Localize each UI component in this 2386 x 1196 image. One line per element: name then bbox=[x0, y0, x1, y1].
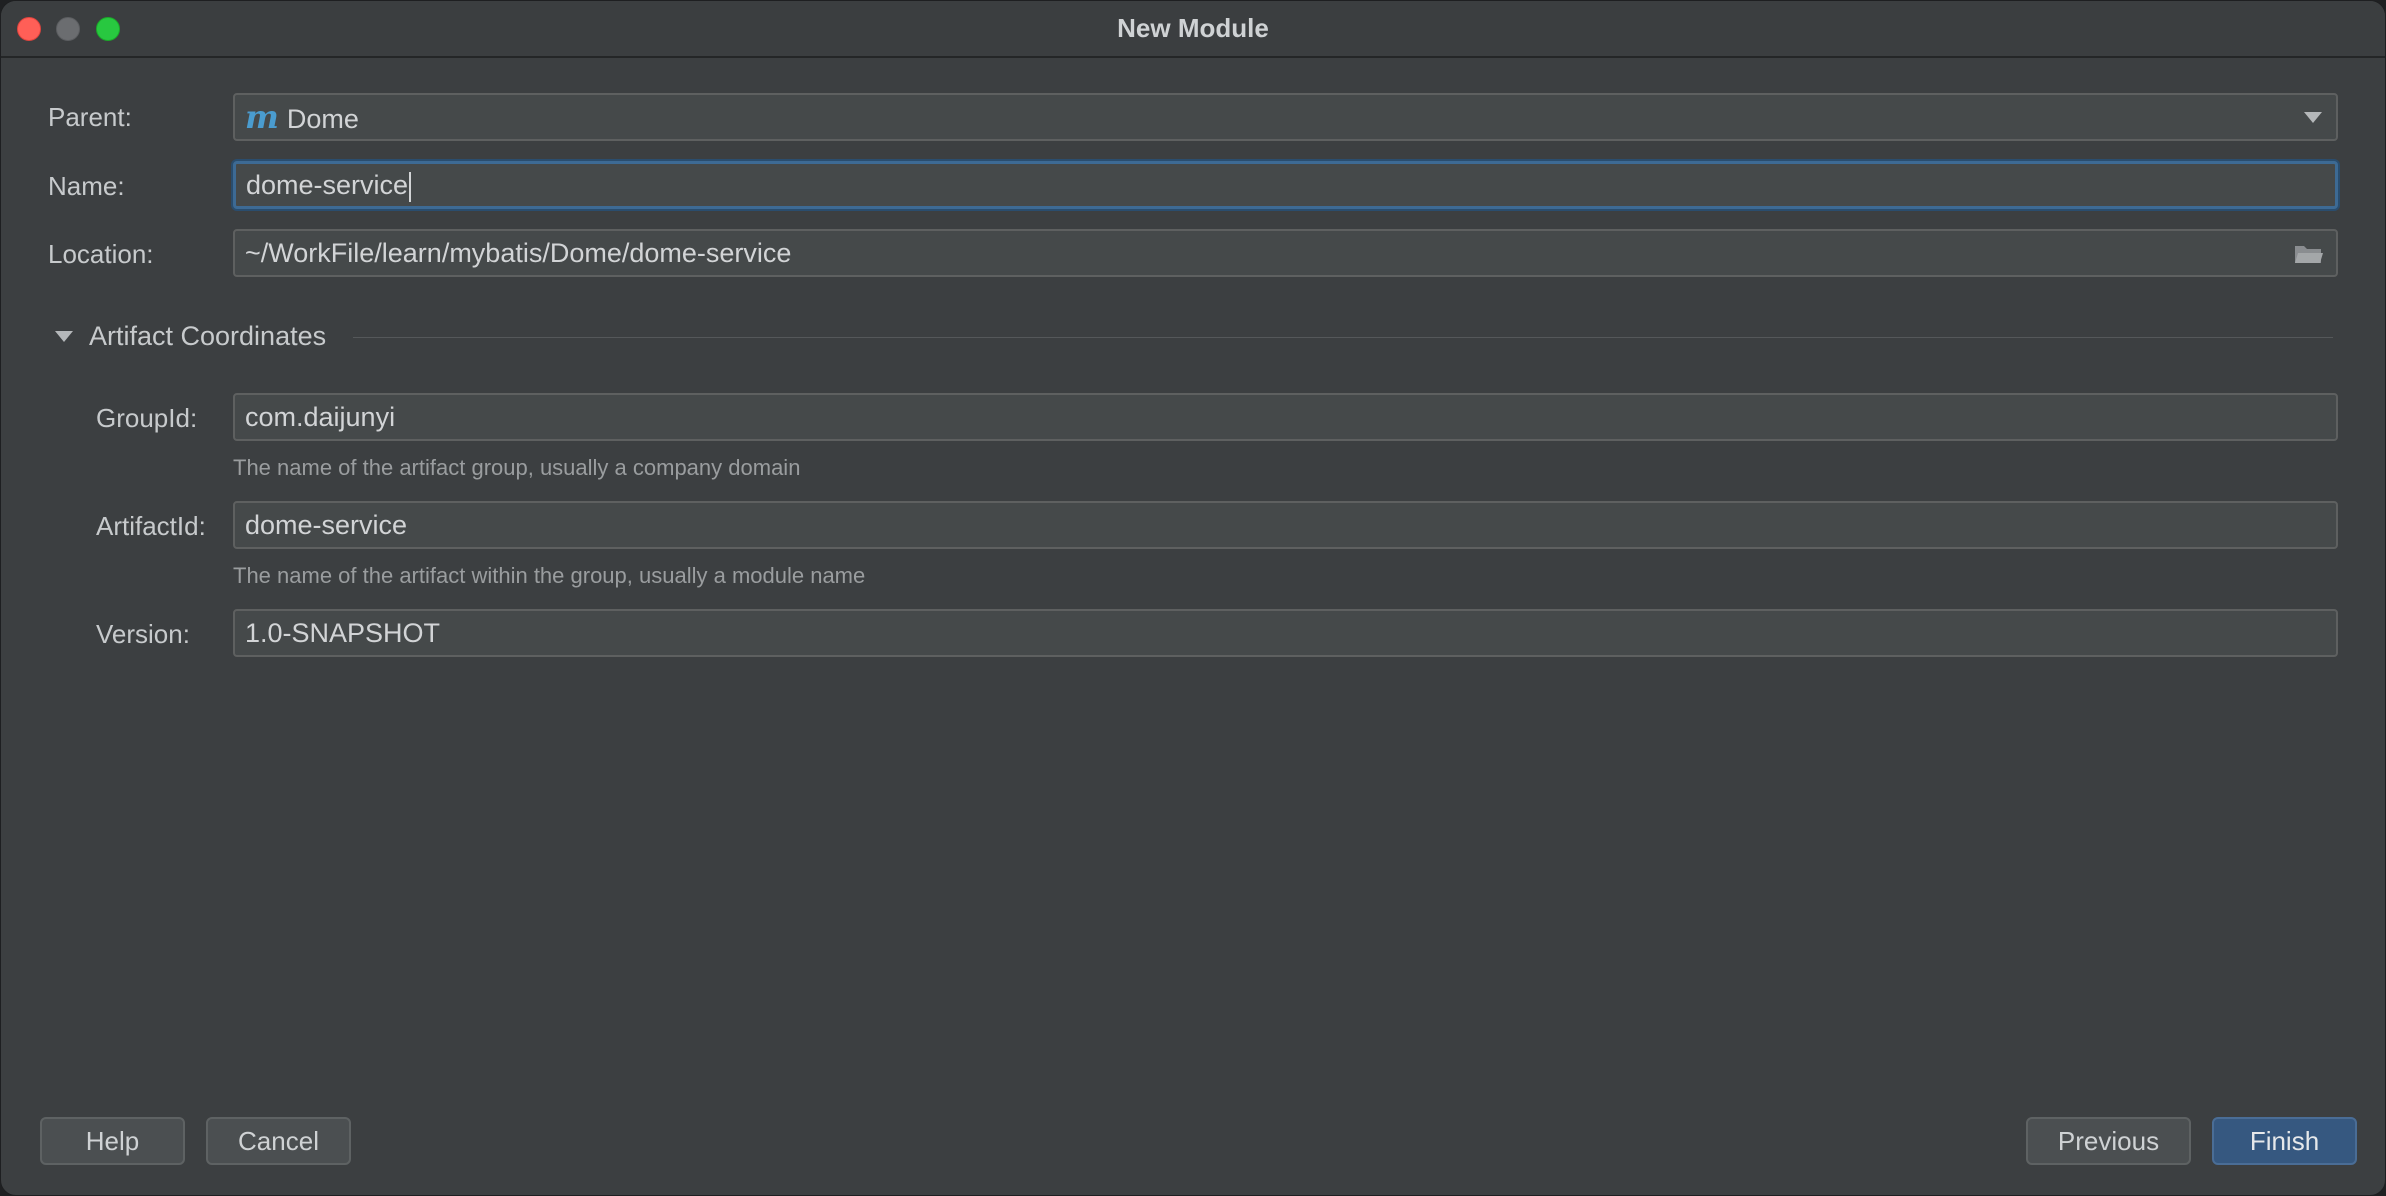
text-caret bbox=[409, 171, 412, 202]
location-label: Location: bbox=[48, 239, 154, 269]
window-title: New Module bbox=[1117, 13, 1269, 43]
artifact-coordinates-header[interactable]: Artifact Coordinates bbox=[89, 321, 326, 352]
title-bar: New Module bbox=[1, 1, 2385, 58]
groupid-hint: The name of the artifact group, usually … bbox=[233, 455, 801, 480]
finish-button[interactable]: Finish bbox=[2212, 1117, 2357, 1165]
name-input[interactable]: dome-service bbox=[233, 161, 2338, 209]
parent-dropdown[interactable]: m Dome bbox=[233, 93, 2338, 141]
location-value: ~/WorkFile/learn/mybatis/Dome/dome-servi… bbox=[245, 238, 792, 268]
section-divider bbox=[353, 337, 2333, 338]
groupid-input[interactable]: com.daijunyi bbox=[233, 393, 2338, 441]
artifactid-label: ArtifactId: bbox=[96, 511, 206, 541]
chevron-down-icon[interactable] bbox=[2304, 112, 2322, 123]
new-module-dialog: New Module Parent: m Dome Name: dome-serv… bbox=[0, 0, 2386, 1196]
previous-button[interactable]: Previous bbox=[2026, 1117, 2191, 1165]
groupid-label: GroupId: bbox=[96, 403, 198, 433]
groupid-value: com.daijunyi bbox=[245, 402, 396, 432]
location-input[interactable]: ~/WorkFile/learn/mybatis/Dome/dome-servi… bbox=[233, 229, 2338, 277]
name-label: Name: bbox=[48, 171, 125, 201]
help-button[interactable]: Help bbox=[40, 1117, 185, 1165]
artifactid-input[interactable]: dome-service bbox=[233, 501, 2338, 549]
parent-value: Dome bbox=[286, 104, 359, 134]
name-value: dome-service bbox=[246, 170, 409, 200]
artifactid-hint: The name of the artifact within the grou… bbox=[233, 563, 866, 588]
version-value: 1.0-SNAPSHOT bbox=[245, 618, 441, 648]
folder-browse-icon[interactable] bbox=[2294, 243, 2324, 265]
artifactid-value: dome-service bbox=[245, 510, 408, 540]
parent-label: Parent: bbox=[48, 102, 132, 132]
version-input[interactable]: 1.0-SNAPSHOT bbox=[233, 609, 2338, 657]
maven-m-icon: m bbox=[245, 98, 279, 136]
chevron-down-icon[interactable] bbox=[55, 331, 73, 342]
cancel-button[interactable]: Cancel bbox=[206, 1117, 351, 1165]
version-label: Version: bbox=[96, 619, 190, 649]
